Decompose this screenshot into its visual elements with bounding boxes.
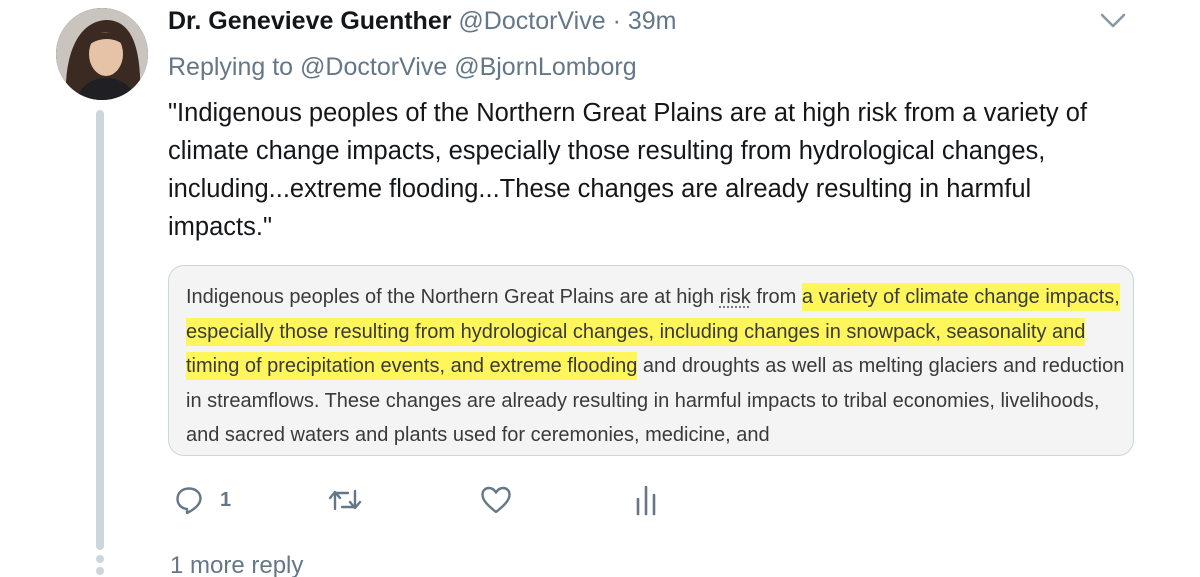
like-button[interactable]	[480, 478, 512, 522]
quote-risk-word: risk	[719, 286, 751, 308]
replying-to-label: Replying to	[168, 53, 294, 81]
tweet-actions: 1	[168, 478, 768, 522]
mention-link[interactable]: @BjornLomborg	[454, 53, 636, 81]
header-separator: ·	[612, 7, 621, 35]
quote-text-part: from	[750, 286, 802, 308]
thread-line	[96, 110, 104, 550]
quoted-text: Indigenous peoples of the Northern Great…	[186, 280, 1126, 453]
tweet-header: Dr. Genevieve Guenther @DoctorVive · 39m	[168, 4, 676, 38]
retweet-button[interactable]	[328, 478, 362, 522]
quoted-image-card[interactable]: Indigenous peoples of the Northern Great…	[168, 265, 1134, 456]
retweet-icon	[328, 485, 362, 515]
avatar[interactable]	[56, 8, 148, 100]
analytics-icon	[634, 483, 658, 517]
quote-text-part: Indigenous peoples of the Northern Great…	[186, 286, 720, 308]
reply-icon	[174, 485, 204, 515]
replying-to: Replying to @DoctorVive @BjornLomborg	[168, 50, 637, 84]
more-replies-link[interactable]: 1 more reply	[170, 550, 303, 577]
author-handle[interactable]: @DoctorVive	[458, 7, 605, 35]
thread-dot	[96, 567, 104, 575]
tweet-timestamp[interactable]: 39m	[628, 7, 677, 35]
thread-dot	[96, 555, 104, 563]
mention-link[interactable]: @DoctorVive	[300, 53, 447, 81]
author-name[interactable]: Dr. Genevieve Guenther	[168, 7, 451, 35]
avatar-image	[56, 8, 148, 100]
thread-dots	[96, 555, 104, 577]
analytics-button[interactable]	[634, 478, 658, 522]
tweet-text: "Indigenous peoples of the Northern Grea…	[168, 99, 1088, 241]
reply-button[interactable]: 1	[174, 478, 231, 522]
heart-icon	[480, 485, 512, 515]
reply-count: 1	[220, 488, 232, 511]
chevron-down-icon[interactable]	[1098, 10, 1128, 32]
